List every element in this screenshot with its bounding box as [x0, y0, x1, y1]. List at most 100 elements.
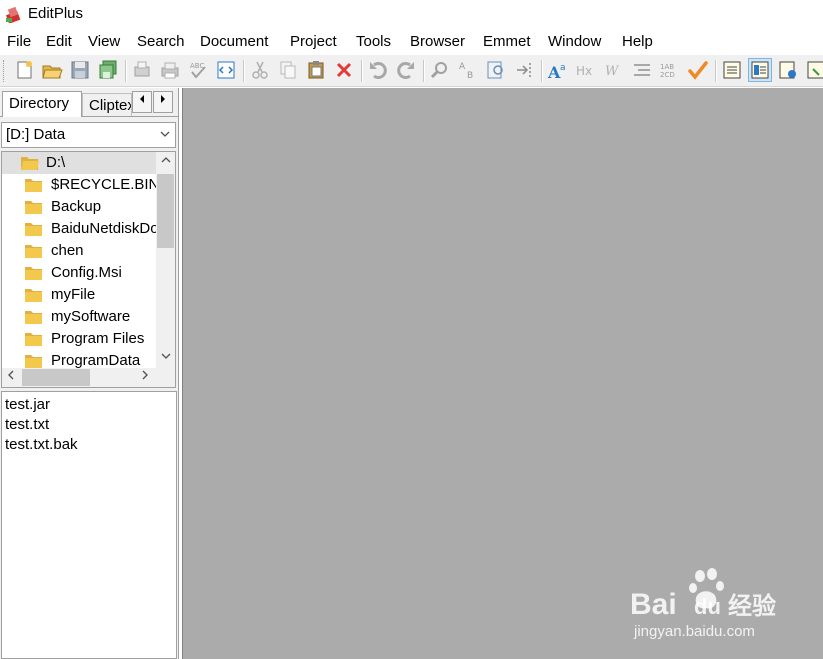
chevron-down-icon — [160, 131, 170, 137]
goto-line-icon[interactable] — [513, 59, 535, 81]
menu-view[interactable]: View — [88, 32, 120, 51]
output-window-icon[interactable] — [777, 59, 799, 81]
scroll-down-icon[interactable] — [156, 348, 175, 366]
menu-edit[interactable]: Edit — [46, 32, 72, 51]
tree-item-folder[interactable]: chen — [2, 240, 158, 262]
toolbar-grip[interactable] — [3, 60, 6, 82]
tab-cliptext[interactable]: Cliptext — [82, 93, 132, 117]
directory-panel: Directory Cliptext [D:] Data D:\ $RECYCLE… — [0, 88, 179, 659]
delete-icon[interactable] — [333, 59, 355, 81]
menu-tools[interactable]: Tools — [356, 32, 391, 51]
cliptext-icon[interactable] — [805, 59, 823, 81]
document-list-icon[interactable] — [721, 59, 743, 81]
menu-window[interactable]: Window — [548, 32, 601, 51]
open-folder-icon[interactable] — [41, 59, 63, 81]
menu-file[interactable]: File — [7, 32, 31, 51]
scroll-up-icon[interactable] — [156, 152, 175, 170]
tree-item-folder[interactable]: $RECYCLE.BIN — [2, 174, 160, 196]
new-file-icon[interactable] — [13, 59, 35, 81]
font-icon[interactable]: Aa — [547, 59, 569, 81]
folder-icon — [25, 201, 42, 214]
svg-text:2CD: 2CD — [660, 71, 675, 79]
main-toolbar: ABC AB A a Hx W 1AB 2CD — [0, 55, 823, 87]
scroll-left-icon[interactable] — [2, 368, 20, 387]
tree-item-label: ProgramData — [51, 352, 141, 369]
replace-icon[interactable]: AB — [457, 59, 479, 81]
tree-vertical-scrollbar[interactable] — [156, 152, 175, 369]
print-icon[interactable] — [159, 59, 181, 81]
tree-item-label: D:\ — [46, 154, 66, 171]
find-icon[interactable] — [429, 59, 451, 81]
chevron-right-icon — [161, 95, 165, 103]
file-list-item[interactable]: test.txt.bak — [5, 436, 78, 453]
menu-search[interactable]: Search — [137, 32, 185, 51]
tab-scroll-left-button[interactable] — [132, 91, 152, 113]
folder-icon — [25, 267, 42, 280]
menu-bar: File Edit View Search Document Project T… — [0, 30, 823, 54]
redo-icon[interactable] — [395, 59, 417, 81]
svg-text:W: W — [605, 64, 620, 79]
file-list[interactable]: test.jar test.txt test.txt.bak — [1, 391, 177, 659]
file-list-item[interactable]: test.jar — [5, 396, 50, 413]
drive-select[interactable]: [D:] Data — [1, 122, 176, 148]
word-wrap-icon[interactable]: W — [603, 59, 625, 81]
baidu-jingyan-watermark: Bai du 经验 jingyan.baidu.com — [630, 568, 776, 640]
toolbar-separator — [361, 60, 363, 82]
cut-icon[interactable] — [249, 59, 271, 81]
svg-text:B: B — [467, 71, 473, 81]
menu-project[interactable]: Project — [290, 32, 337, 51]
tree-horizontal-scroll-thumb[interactable] — [22, 369, 90, 386]
window-title: EditPlus — [28, 5, 84, 22]
toolbar-separator — [243, 60, 245, 82]
menu-document[interactable]: Document — [200, 32, 268, 51]
undo-icon[interactable] — [367, 59, 389, 81]
file-list-item[interactable]: test.txt — [5, 416, 49, 433]
menu-browser[interactable]: Browser — [410, 32, 465, 51]
tree-item-root-drive[interactable]: D:\ — [2, 152, 156, 174]
hex-icon[interactable]: Hx — [575, 59, 597, 81]
editplus-logo-icon — [5, 6, 21, 23]
tree-item-label: chen — [51, 242, 84, 259]
line-number-icon[interactable] — [631, 59, 653, 81]
watermark-brand-cn: 经验 — [728, 592, 776, 620]
print-preview-icon[interactable] — [131, 59, 153, 81]
column-icon[interactable]: 1AB 2CD — [659, 59, 681, 81]
tab-directory[interactable]: Directory — [2, 91, 82, 117]
folder-icon — [25, 333, 42, 346]
menu-help[interactable]: Help — [622, 32, 653, 51]
tree-item-folder[interactable]: myFile — [2, 284, 158, 306]
folder-icon — [25, 289, 42, 302]
directory-window-icon[interactable] — [748, 58, 772, 82]
svg-text:A: A — [459, 62, 466, 72]
copy-icon[interactable] — [277, 59, 299, 81]
find-in-files-icon[interactable] — [485, 59, 507, 81]
folder-icon — [25, 223, 42, 236]
tree-item-folder[interactable]: mySoftware — [2, 306, 158, 328]
svg-text:a: a — [560, 63, 566, 73]
checkmark-icon[interactable] — [687, 59, 709, 81]
save-all-icon[interactable] — [97, 59, 119, 81]
folder-icon — [25, 179, 42, 192]
browser-view-icon[interactable] — [215, 59, 237, 81]
tree-vertical-scroll-thumb[interactable] — [157, 174, 174, 248]
tree-item-folder[interactable]: Config.Msi — [2, 262, 158, 284]
tree-item-folder[interactable]: Program Files — [2, 328, 158, 350]
tree-horizontal-scrollbar[interactable] — [2, 368, 175, 387]
spell-check-icon[interactable]: ABC — [187, 59, 209, 81]
tree-item-folder[interactable]: Backup — [2, 196, 158, 218]
svg-text:1AB: 1AB — [660, 63, 674, 71]
tree-item-label: $RECYCLE.BIN — [51, 176, 160, 193]
tree-item-folder[interactable]: BaiduNetdiskDownload — [2, 218, 175, 240]
directory-tree[interactable]: D:\ $RECYCLE.BIN Backup BaiduNetdiskDownloa… — [1, 151, 176, 388]
watermark-url: jingyan.baidu.com — [633, 623, 755, 640]
tree-item-label: myFile — [51, 286, 96, 303]
tree-item-label: Program Files — [51, 330, 145, 347]
paste-icon[interactable] — [305, 59, 327, 81]
scroll-right-icon[interactable] — [136, 368, 154, 387]
save-icon[interactable] — [69, 59, 91, 81]
watermark-brand-du: du — [694, 594, 721, 619]
toolbar-separator — [715, 60, 717, 82]
menu-emmet[interactable]: Emmet — [483, 32, 531, 51]
tab-scroll-right-button[interactable] — [153, 91, 173, 113]
title-bar: EditPlus — [0, 0, 823, 30]
